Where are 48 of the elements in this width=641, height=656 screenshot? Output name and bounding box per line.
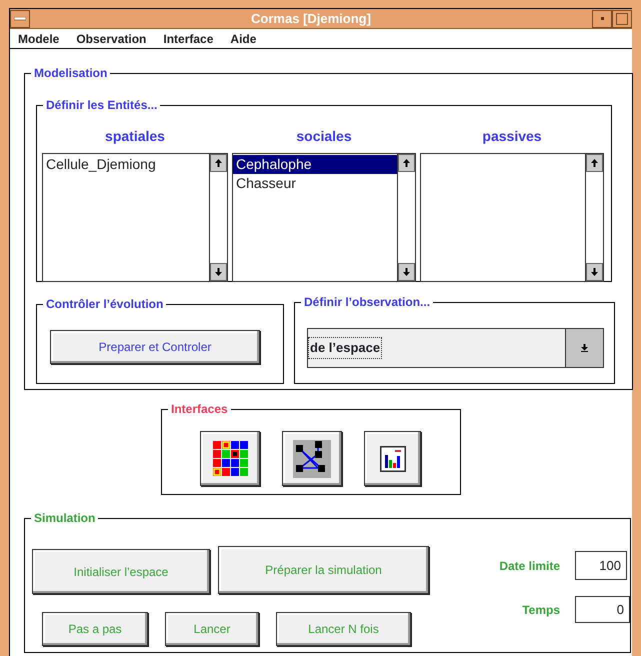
field-label: Temps <box>521 602 560 618</box>
up-arrow-icon <box>591 159 598 167</box>
input-field[interactable]: 0 <box>575 596 630 623</box>
dropdown-value: de l’espace <box>308 337 382 359</box>
list-item[interactable]: Chasseur <box>233 174 397 193</box>
list-box[interactable]: Cephalophe Chasseur <box>232 153 416 282</box>
prepare-control-button[interactable]: Preparer et Controler <box>50 330 260 364</box>
scroll-up-button[interactable] <box>398 154 415 172</box>
menu-item[interactable]: Modele <box>18 30 60 48</box>
scroll-up-button[interactable] <box>586 154 603 172</box>
chart-view-button[interactable] <box>364 431 421 486</box>
minus-icon <box>14 16 26 20</box>
network-view-button[interactable] <box>282 431 342 486</box>
column-heading: passives <box>481 127 543 146</box>
menu-item[interactable]: Observation <box>76 30 146 48</box>
scroll-bar[interactable] <box>397 154 415 281</box>
square-icon <box>616 12 628 24</box>
maximize-button[interactable] <box>612 10 632 28</box>
list-box[interactable] <box>420 153 604 282</box>
scroll-bar[interactable] <box>585 154 603 281</box>
scroll-up-button[interactable] <box>210 154 227 172</box>
column-heading: sociales <box>295 127 353 146</box>
list-item[interactable]: Cephalophe <box>233 155 397 174</box>
down-arrow-icon <box>403 268 410 276</box>
scroll-bar[interactable] <box>209 154 227 281</box>
bar-chart-icon <box>380 446 406 472</box>
minimize-button[interactable] <box>592 10 612 28</box>
input-field[interactable]: 100 <box>575 551 627 580</box>
down-arrow-icon <box>591 268 598 276</box>
scroll-down-button[interactable] <box>398 263 415 281</box>
field-label: Date limite <box>498 558 560 574</box>
list-box[interactable]: Cellule_Djemiong <box>42 153 228 282</box>
column-heading: spatiales <box>104 127 166 146</box>
system-menu-button[interactable] <box>10 10 30 28</box>
menu-item[interactable]: Aide <box>230 30 256 48</box>
up-arrow-icon <box>215 159 222 167</box>
down-arrow-icon <box>215 268 222 276</box>
observation-dropdown[interactable]: de l’espace <box>307 328 604 368</box>
scroll-down-button[interactable] <box>210 263 227 281</box>
menu-item[interactable]: Interface <box>163 30 214 48</box>
download-arrow-icon <box>581 344 588 352</box>
up-arrow-icon <box>403 159 410 167</box>
window-title: Cormas [Djemiong] <box>250 10 372 28</box>
grid-icon <box>212 441 248 476</box>
grid-view-button[interactable] <box>200 431 260 486</box>
network-icon <box>293 440 331 478</box>
list-item[interactable]: Cellule_Djemiong <box>43 155 209 174</box>
scroll-down-button[interactable] <box>586 263 603 281</box>
